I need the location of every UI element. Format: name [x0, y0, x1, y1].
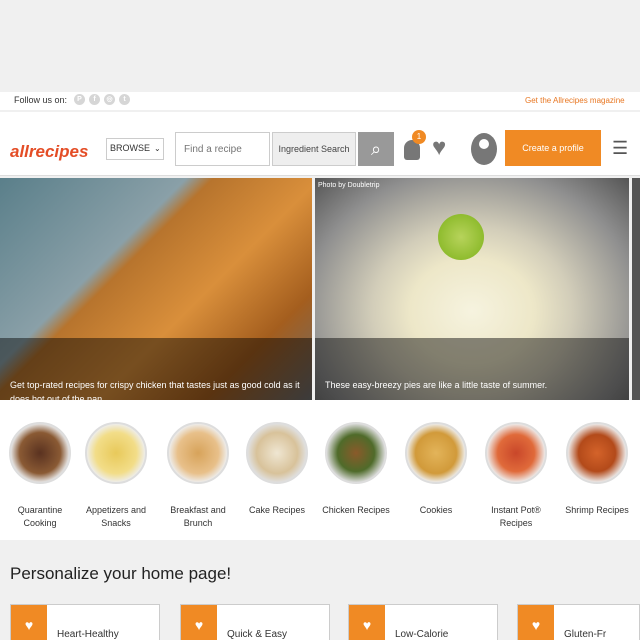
- category-label: Chicken Recipes: [322, 505, 390, 515]
- follow-us-label: Follow us on:: [14, 95, 68, 105]
- browse-button[interactable]: BROWSE ⌄: [106, 138, 164, 160]
- category-instant-pot[interactable]: Instant Pot® Recipes: [479, 402, 553, 538]
- category-cake-recipes[interactable]: Cake Recipes: [240, 402, 314, 538]
- category-thumb: [325, 422, 387, 484]
- notification-badge: 1: [412, 130, 426, 144]
- preference-label: Heart-Healthy: [57, 629, 119, 640]
- hero-heading-2: [315, 338, 629, 352]
- pinterest-icon[interactable]: P: [74, 94, 85, 105]
- category-thumb: [167, 422, 229, 484]
- heart-icon: ♥: [181, 605, 217, 640]
- heart-icon: ♥: [518, 605, 554, 640]
- category-label: Quarantine Cooking: [17, 505, 63, 528]
- browse-label: BROWSE: [110, 143, 151, 153]
- category-appetizers-snacks[interactable]: Appetizers and Snacks: [79, 402, 153, 538]
- hero-text-1: Get top-rated recipes for crispy chicken…: [10, 380, 300, 404]
- category-thumb: [566, 422, 628, 484]
- facebook-icon[interactable]: f: [89, 94, 100, 105]
- category-label: Appetizers and Snacks: [85, 505, 147, 528]
- photo-credit: Photo by Doubletrip: [318, 182, 380, 189]
- category-thumb: [246, 422, 308, 484]
- preference-low-calorie[interactable]: ♥ Low-Calorie: [348, 604, 498, 640]
- preference-label: Low-Calorie: [395, 629, 449, 640]
- hero-heading-1: [0, 338, 312, 352]
- heart-icon: ♥: [11, 605, 47, 640]
- preference-quick-easy[interactable]: ♥ Quick & Easy: [180, 604, 330, 640]
- chevron-down-icon: ⌄: [154, 144, 161, 153]
- hero-image-partial[interactable]: [632, 178, 640, 400]
- category-thumb: [485, 422, 547, 484]
- twitter-icon[interactable]: t: [119, 94, 130, 105]
- hero-caption-1[interactable]: Get top-rated recipes for crispy chicken…: [0, 338, 312, 404]
- category-label: Shrimp Recipes: [565, 505, 629, 515]
- category-cookies[interactable]: Cookies: [399, 402, 473, 538]
- hero-text-2: These easy-breezy pies are like a little…: [325, 380, 548, 390]
- preference-heart-healthy[interactable]: ♥ Heart-Healthy: [10, 604, 160, 640]
- lime-slice: [438, 214, 484, 260]
- preference-label: Quick & Easy: [227, 629, 288, 640]
- menu-icon[interactable]: ☰: [612, 138, 628, 159]
- preference-gluten-free[interactable]: ♥ Gluten-Fr: [517, 604, 640, 640]
- allrecipes-logo[interactable]: allrecipes: [10, 142, 88, 162]
- magazine-link[interactable]: Get the Allrecipes magazine: [525, 96, 625, 105]
- avatar[interactable]: [471, 133, 497, 165]
- instagram-icon[interactable]: ◎: [104, 94, 115, 105]
- favorites-heart-icon[interactable]: ♥: [432, 134, 446, 162]
- category-label: Instant Pot® Recipes: [491, 505, 541, 528]
- search-icon[interactable]: ⌕: [358, 132, 394, 166]
- category-thumb: [85, 422, 147, 484]
- category-shrimp-recipes[interactable]: Shrimp Recipes: [560, 402, 634, 538]
- create-profile-button[interactable]: Create a profile: [505, 130, 601, 166]
- category-chicken-recipes[interactable]: Chicken Recipes: [319, 402, 393, 538]
- heart-icon: ♥: [349, 605, 385, 640]
- category-label: Cookies: [419, 505, 453, 515]
- category-breakfast-brunch[interactable]: Breakfast and Brunch: [161, 402, 235, 538]
- category-quarantine-cooking[interactable]: Quarantine Cooking: [3, 402, 77, 538]
- personalize-heading: Personalize your home page!: [10, 564, 232, 583]
- category-thumb: [405, 422, 467, 484]
- hero-caption-2[interactable]: These easy-breezy pies are like a little…: [315, 338, 629, 400]
- category-label: Cake Recipes: [248, 505, 306, 515]
- preference-label: Gluten-Fr: [564, 629, 607, 640]
- ingredient-search-button[interactable]: Ingredient Search: [272, 132, 356, 166]
- category-thumb: [9, 422, 71, 484]
- category-label: Breakfast and Brunch: [170, 505, 226, 528]
- search-input[interactable]: [175, 132, 270, 166]
